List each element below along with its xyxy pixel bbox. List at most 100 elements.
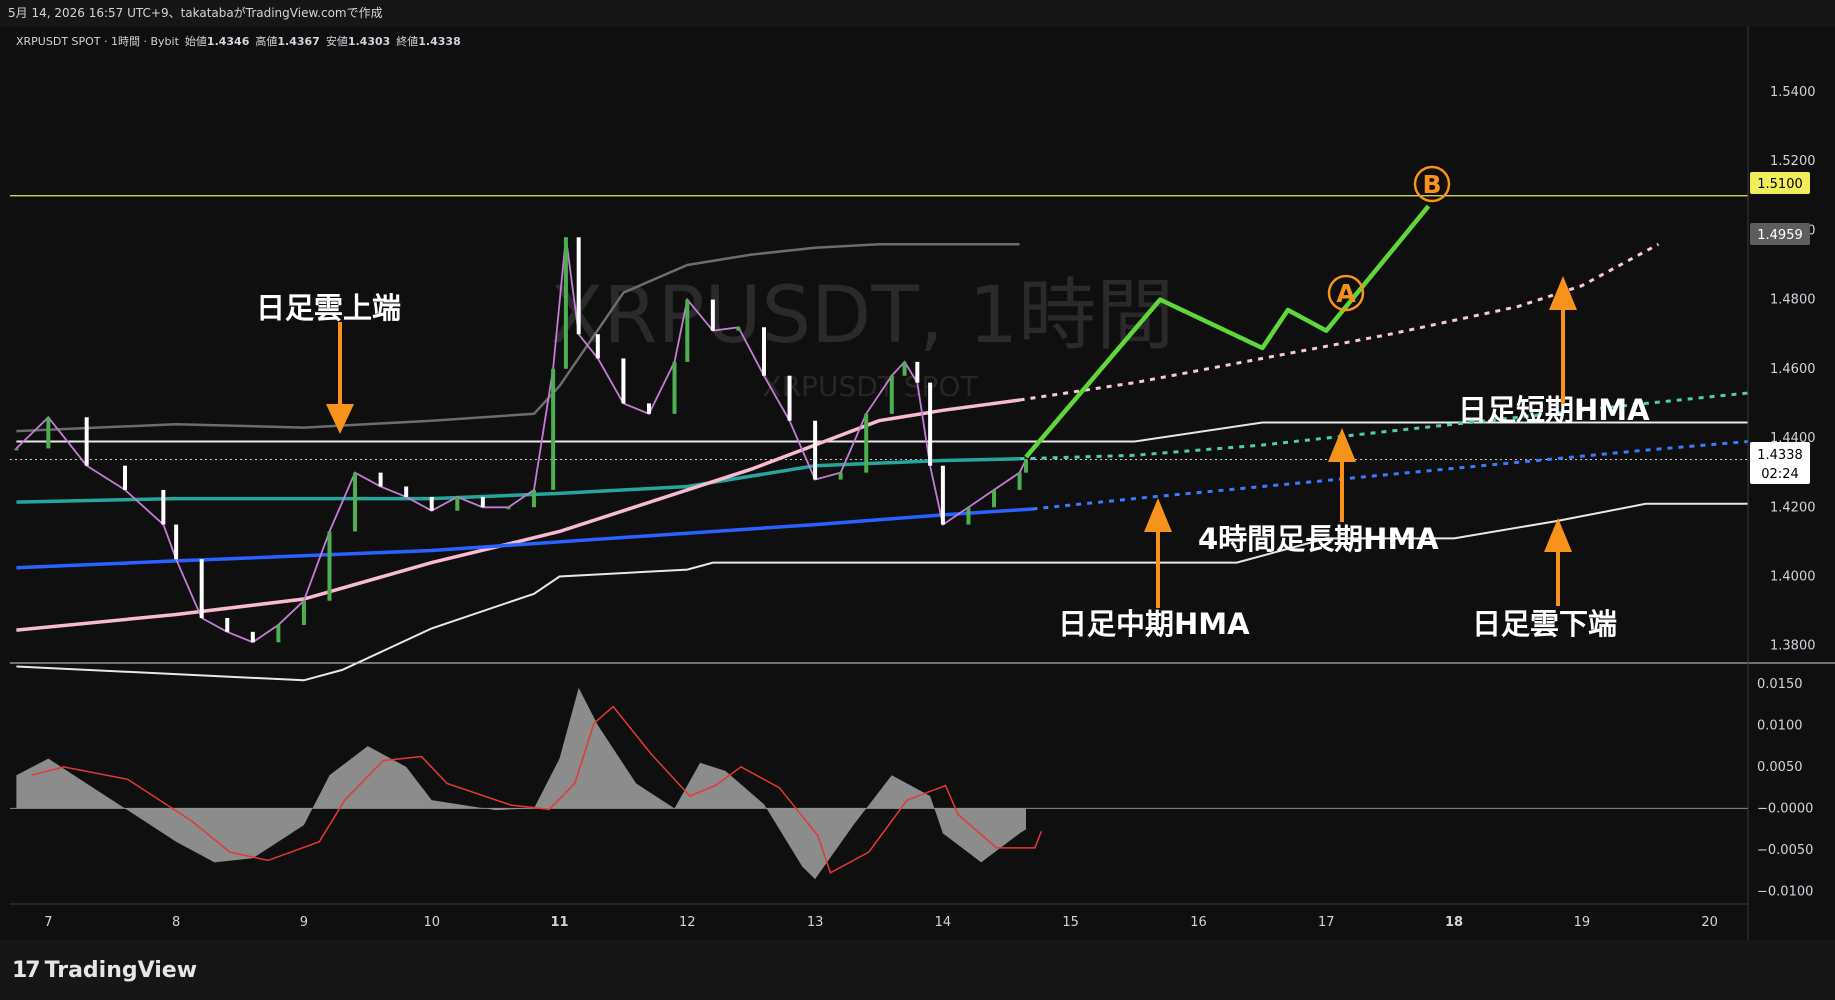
price-candle	[787, 375, 792, 421]
price-candle	[864, 413, 869, 473]
time-tick-label: 18	[1445, 915, 1463, 930]
chart-svg[interactable]: XRPUSDT, 1時間 XRPUSDT SPOT 1.54001.52001.…	[0, 0, 1835, 1000]
arrow-down-cloud-top-icon	[326, 322, 354, 434]
svg-text:A: A	[1336, 279, 1356, 308]
oscillator-area	[16, 687, 1026, 880]
price-candle	[506, 507, 511, 510]
price-tick-label: 1.3800	[1770, 639, 1816, 654]
price-candle	[889, 375, 894, 414]
time-tick-label: 13	[807, 915, 824, 930]
price-candle	[531, 489, 536, 508]
price-candle	[838, 472, 843, 480]
time-tick-label: 9	[300, 915, 308, 930]
price-candle	[353, 472, 358, 532]
label-short-hma: 日足短期HMA	[1458, 393, 1650, 427]
price-candle	[429, 496, 434, 511]
time-tick-label: 19	[1574, 915, 1591, 930]
price-candle	[404, 486, 409, 497]
label-cloud-top: 日足雲上端	[256, 291, 401, 325]
legend-open-label: 始値	[185, 34, 207, 48]
price-candle	[301, 600, 306, 625]
price-candle	[1017, 472, 1022, 490]
price-candle	[563, 237, 568, 369]
legend-high-label: 高値	[255, 34, 277, 48]
price-candle	[161, 489, 166, 525]
time-tick-label: 16	[1190, 915, 1207, 930]
time-tick-label: 8	[172, 915, 180, 930]
price-candle	[940, 465, 945, 525]
tradingview-mark-icon: 17	[12, 958, 41, 983]
hma-mid-line	[16, 398, 1020, 632]
osc-tick-label: 0.0100	[1757, 718, 1803, 733]
price-candle	[736, 327, 741, 331]
time-tick-label: 14	[935, 915, 952, 930]
price-candle	[551, 368, 556, 490]
price-candle	[621, 358, 626, 404]
cloud-bottom-line	[16, 502, 1748, 682]
point-b-marker: B	[1413, 165, 1451, 203]
time-tick-label: 17	[1318, 915, 1335, 930]
price-candle	[992, 489, 997, 508]
price-candle	[646, 403, 651, 414]
time-tick-label: 12	[679, 915, 696, 930]
price-candle	[276, 624, 281, 643]
price-candle	[966, 507, 971, 525]
price-candle	[672, 361, 677, 414]
price-tick-label: 1.4600	[1770, 362, 1816, 377]
price-tick-label: 1.5400	[1770, 85, 1816, 100]
price-tick-label: 1.4800	[1770, 293, 1816, 308]
time-tick-label: 11	[550, 915, 568, 930]
price-tick-label: 1.5200	[1770, 154, 1816, 169]
time-tick-label: 20	[1701, 915, 1718, 930]
legend-high: 1.4367	[277, 35, 319, 48]
legend-low: 1.4303	[348, 35, 390, 48]
price-candle	[480, 496, 485, 508]
price-candle	[710, 299, 715, 331]
countdown: 02:24	[1761, 467, 1798, 482]
svg-text:XRPUSDT SPOT · 1時間 · Bybit始値1.: XRPUSDT SPOT · 1時間 · Bybit 始値1.4346 高値1.43…	[16, 34, 461, 48]
price-candle	[813, 420, 818, 480]
price-candle	[455, 496, 460, 511]
svg-text:1.4338: 1.4338	[1757, 448, 1803, 463]
time-tick-label: 15	[1062, 915, 1079, 930]
time-tick-label: 7	[44, 915, 52, 930]
price-candle	[761, 327, 766, 376]
arrow-up-mid-hma-icon	[1144, 498, 1172, 608]
hma-long-projection	[1032, 440, 1749, 511]
price-candle	[928, 382, 933, 466]
osc-tick-label: 0.0050	[1757, 760, 1803, 775]
legend-close-label: 終値	[396, 34, 418, 48]
price-tick-label: 1.4000	[1770, 569, 1816, 584]
price-candle	[123, 465, 128, 490]
tradingview-logo[interactable]: 17 TradingView	[12, 958, 197, 983]
legend-close: 1.4338	[418, 35, 460, 48]
legend-low-label: 安値	[326, 34, 348, 48]
price-candle	[84, 417, 89, 466]
price-candle	[576, 237, 581, 335]
oscillator-pane[interactable]: 0.0150 0.0100 0.0050 −0.0000 −0.0050 −0.0100	[10, 677, 1813, 900]
watermark-sub: XRPUSDT SPOT	[762, 370, 978, 403]
osc-tick-label: −0.0050	[1757, 843, 1813, 858]
symbol-legend: XRPUSDT SPOT · 1時間 · Bybit 始値1.4346 高値1.43…	[16, 34, 461, 48]
brand-name: TradingView	[44, 958, 198, 983]
badge-resistance: 1.5100	[1750, 172, 1810, 194]
price-candle	[595, 334, 600, 359]
svg-text:1.5100: 1.5100	[1757, 177, 1803, 192]
arrow-up-cloud-bottom-icon	[1544, 518, 1572, 606]
price-candle	[199, 559, 204, 619]
price-candle	[915, 361, 920, 383]
price-candle	[225, 618, 230, 632]
hma-short-line	[16, 457, 1020, 504]
time-tick-label: 10	[423, 915, 440, 930]
price-tick-label: 1.4200	[1770, 500, 1816, 515]
osc-tick-label: −0.0000	[1757, 801, 1813, 816]
price-candle	[327, 531, 332, 601]
price-candle	[14, 448, 19, 451]
osc-tick-label: −0.0100	[1757, 885, 1813, 900]
arrow-up-short-hma-icon	[1549, 276, 1577, 404]
price-candle	[378, 472, 383, 487]
arrow-up-4h-hma-icon	[1328, 428, 1356, 522]
price-candle	[46, 417, 51, 449]
label-mid-hma: 日足中期HMA	[1058, 607, 1250, 641]
legend-symbol: XRPUSDT SPOT · 1時間 · Bybit	[16, 35, 180, 48]
